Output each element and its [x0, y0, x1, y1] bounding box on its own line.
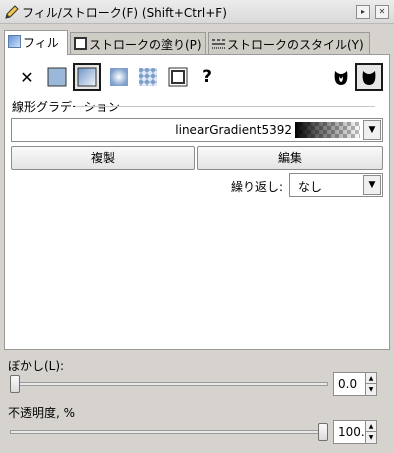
- stroke-style-tab-icon: [212, 39, 225, 49]
- paint-none-button[interactable]: ✕: [15, 65, 39, 89]
- gradient-name: linearGradient5392: [175, 123, 292, 137]
- fill-tab-icon: [8, 35, 21, 48]
- none-icon: ✕: [20, 67, 34, 87]
- tab-stroke-style[interactable]: ストロークのスタイル(Y): [208, 32, 370, 54]
- paint-linear-gradient-button[interactable]: [73, 63, 101, 91]
- chevron-down-icon[interactable]: ▼: [363, 175, 381, 195]
- tab-fill-label: フィル: [23, 36, 59, 50]
- repeat-select[interactable]: なし ▼: [289, 173, 383, 197]
- fill-panel: ✕ ? 線形グラデーション linearGradient5392 ▼ 複製 編集…: [4, 54, 390, 350]
- tab-bar: フィル ストロークの塗り(P) ストロークのスタイル(Y): [4, 30, 390, 55]
- gradient-preview: [295, 122, 360, 138]
- fill-stroke-icon: [5, 5, 19, 19]
- spin-up-icon[interactable]: ▲: [365, 373, 376, 384]
- tab-fill[interactable]: フィル: [4, 30, 68, 55]
- edit-button[interactable]: 編集: [197, 146, 383, 170]
- section-divider: [75, 106, 375, 107]
- tab-stroke-paint[interactable]: ストロークの塗り(P): [70, 32, 206, 54]
- opacity-slider-track[interactable]: [10, 430, 328, 434]
- blur-label: ぼかし(L):: [8, 359, 65, 373]
- repeat-value: なし: [298, 180, 323, 194]
- swatch-icon: [168, 67, 188, 87]
- repeat-label: 繰り返し:: [231, 180, 284, 194]
- paint-flat-button[interactable]: [45, 65, 69, 89]
- paint-swatch-button[interactable]: [166, 65, 190, 89]
- fill-rule-nonzero-button[interactable]: [355, 63, 383, 91]
- opacity-label: 不透明度, %: [8, 406, 76, 420]
- fill-rule-nonzero-icon: [362, 71, 376, 85]
- blur-slider-track[interactable]: [10, 382, 328, 386]
- opacity-spinbox[interactable]: 100.0 ▲ ▼: [333, 420, 377, 444]
- window-title: フィル/ストローク(F) (Shift+Ctrl+F): [22, 6, 227, 20]
- flat-color-icon: [47, 67, 67, 87]
- blur-slider-thumb[interactable]: [10, 375, 20, 393]
- duplicate-button[interactable]: 複製: [11, 146, 195, 170]
- title-bar: フィル/ストローク(F) (Shift+Ctrl+F) ▸ ✕: [0, 0, 394, 24]
- paint-unset-button[interactable]: ?: [195, 65, 219, 89]
- gradient-select[interactable]: linearGradient5392 ▼: [11, 118, 383, 142]
- pattern-icon: [139, 68, 157, 86]
- tab-stroke-paint-label: ストロークの塗り(P): [89, 38, 202, 52]
- tab-stroke-style-label: ストロークのスタイル(Y): [227, 38, 364, 52]
- stroke-paint-tab-icon: [74, 37, 87, 50]
- chevron-down-icon[interactable]: ▼: [363, 120, 381, 140]
- fill-rule-evenodd-icon: [334, 71, 348, 85]
- linear-gradient-icon: [77, 67, 97, 87]
- paint-pattern-button[interactable]: [136, 65, 160, 89]
- unset-icon: ?: [202, 67, 212, 87]
- restore-button[interactable]: ▸: [356, 5, 370, 19]
- blur-spinbox[interactable]: 0.0 ▲ ▼: [333, 372, 377, 396]
- fill-rule-evenodd-button[interactable]: [329, 65, 353, 89]
- spin-up-icon[interactable]: ▲: [365, 421, 376, 432]
- spin-down-icon[interactable]: ▼: [365, 432, 376, 443]
- paint-radial-gradient-button[interactable]: [107, 65, 131, 89]
- radial-gradient-icon: [110, 68, 128, 86]
- opacity-slider-thumb[interactable]: [318, 423, 328, 441]
- spin-down-icon[interactable]: ▼: [365, 384, 376, 395]
- close-button[interactable]: ✕: [375, 5, 389, 19]
- blur-value: 0.0: [338, 377, 358, 391]
